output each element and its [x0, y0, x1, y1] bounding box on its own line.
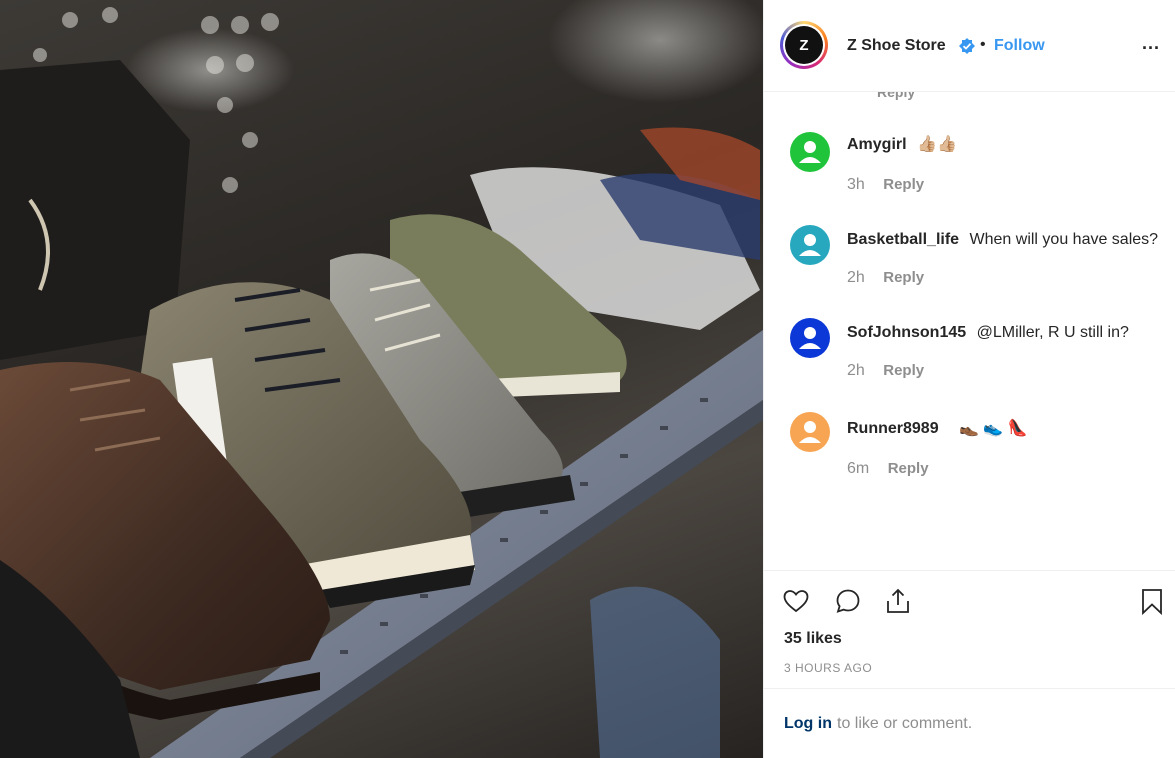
post-details-panel: Z Z Shoe Store • Follow ... Reply Amygir… — [763, 0, 1175, 758]
comment-text: When will you have sales? — [969, 231, 1159, 248]
reply-link[interactable]: Reply — [883, 176, 924, 193]
reply-link[interactable]: Reply — [883, 362, 924, 379]
login-link[interactable]: Log in — [784, 715, 832, 733]
comment-text: @LMiller, R U still in? — [976, 324, 1129, 341]
user-avatar-icon[interactable] — [790, 412, 830, 452]
reply-link[interactable]: Reply — [888, 460, 929, 477]
account-avatar-logo: Z — [785, 26, 823, 64]
comment-time: 2h — [847, 269, 865, 286]
login-prompt: Log in to like or comment. — [764, 688, 1175, 758]
account-avatar[interactable]: Z — [780, 21, 828, 69]
likes-count[interactable]: 35 likes — [784, 630, 842, 648]
comment-username[interactable]: Basketball_life — [847, 231, 959, 248]
share-icon[interactable] — [884, 587, 912, 615]
comment-time: 2h — [847, 362, 865, 379]
post-photo — [0, 0, 763, 758]
comment-time: 3h — [847, 176, 865, 193]
verified-badge-icon — [959, 38, 975, 54]
bookmark-icon[interactable] — [1138, 587, 1166, 615]
user-avatar-icon[interactable] — [790, 318, 830, 358]
comment-text: 👞 👟 👠 — [959, 420, 1028, 437]
user-avatar-icon[interactable] — [790, 132, 830, 172]
login-prompt-text: to like or comment. — [837, 715, 973, 732]
separator-dot: • — [980, 36, 986, 53]
comment-username[interactable]: Amygirl — [847, 136, 907, 153]
comment-text: 👍🏼👍🏼 — [917, 136, 957, 153]
comment-username[interactable]: SofJohnson145 — [847, 324, 966, 341]
follow-button[interactable]: Follow — [994, 37, 1045, 55]
post-actions: 35 likes 3 HOURS AGO — [764, 570, 1175, 688]
reply-link[interactable]: Reply — [883, 269, 924, 286]
post-header: Z Z Shoe Store • Follow ... — [764, 0, 1175, 92]
account-name[interactable]: Z Shoe Store — [847, 37, 946, 55]
comment-icon[interactable] — [834, 587, 862, 615]
user-avatar-icon[interactable] — [790, 225, 830, 265]
comment-time: 6m — [847, 460, 870, 477]
more-options-button[interactable]: ... — [1142, 33, 1160, 54]
heart-icon[interactable] — [782, 587, 810, 615]
shoe-shelf-illustration — [0, 7, 763, 758]
comment-username[interactable]: Runner8989 — [847, 420, 939, 437]
post-timestamp: 3 HOURS AGO — [784, 661, 873, 675]
